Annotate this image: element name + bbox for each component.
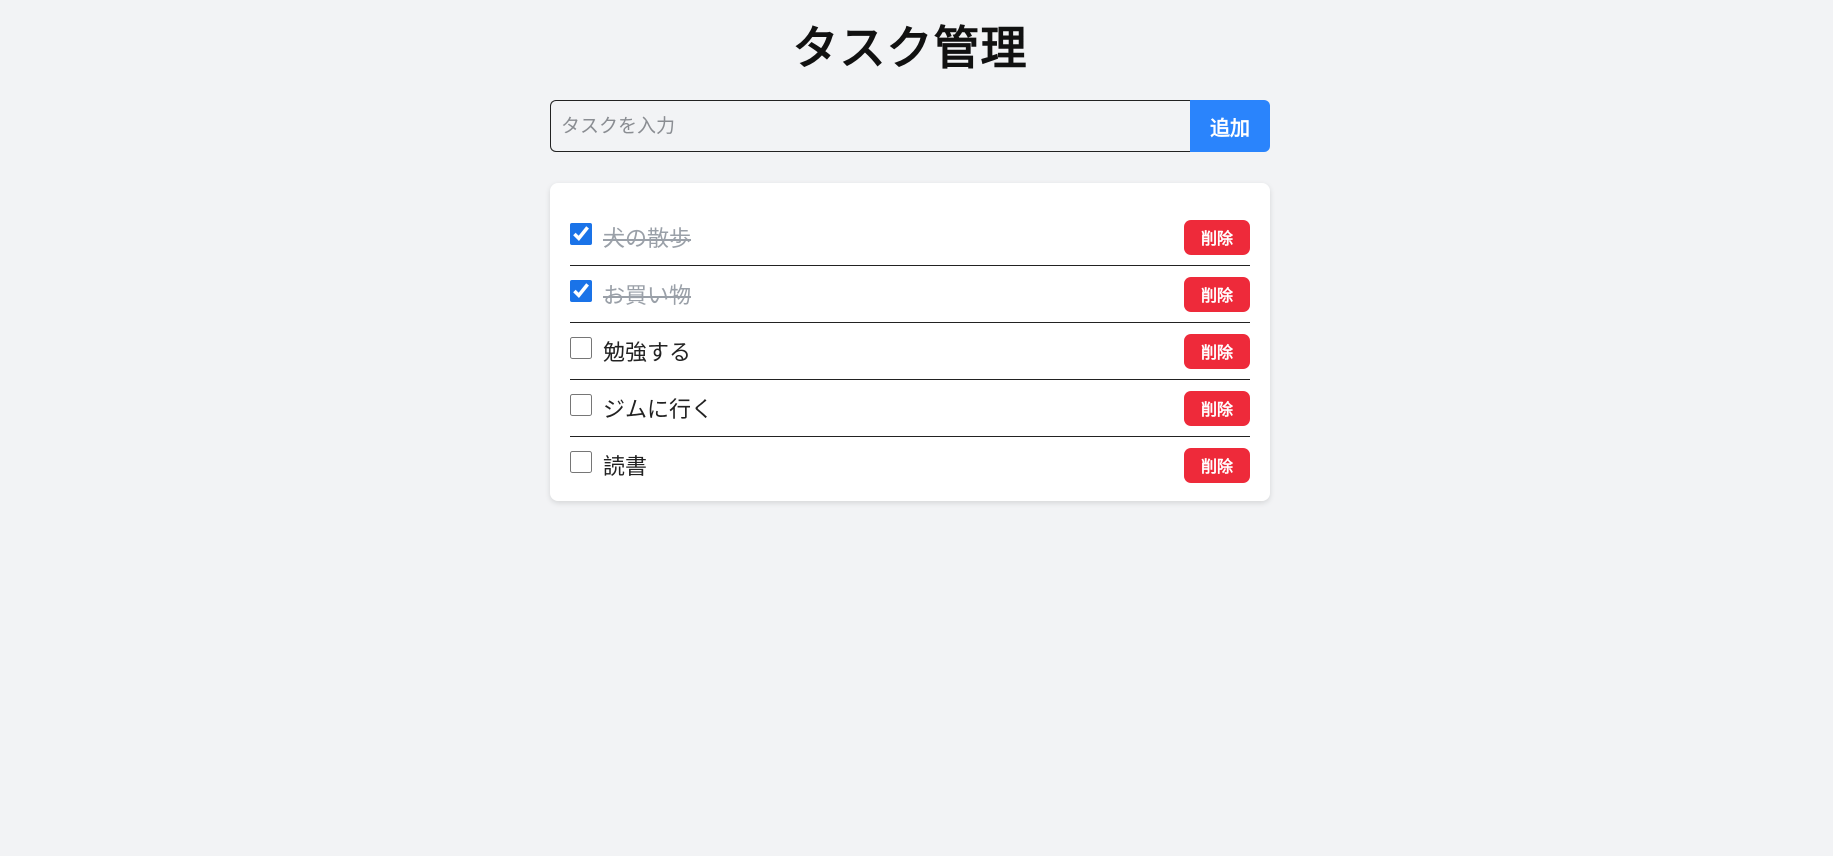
add-task-form: 追加 [550, 100, 1270, 152]
task-item: ジムに行く 削除 [570, 380, 1250, 437]
task-item: お買い物 削除 [570, 266, 1250, 323]
task-checkbox[interactable] [570, 337, 592, 359]
task-label: 勉強する [603, 341, 692, 366]
delete-button[interactable]: 削除 [1184, 390, 1250, 426]
delete-button[interactable]: 削除 [1184, 276, 1250, 312]
task-input[interactable] [550, 100, 1190, 152]
delete-button[interactable]: 削除 [1184, 333, 1250, 369]
task-label: ジムに行く [603, 398, 714, 423]
task-item: 犬の散歩 削除 [570, 209, 1250, 266]
delete-button[interactable]: 削除 [1184, 447, 1250, 483]
task-label: お買い物 [603, 284, 692, 309]
page-title: タスク管理 [792, 21, 1028, 75]
task-list-card: 犬の散歩 削除 お買い物 削除 勉強する 削除 ジムに行く 削除 読書 削除 [550, 183, 1270, 501]
task-item: 読書 削除 [570, 437, 1250, 493]
task-checkbox[interactable] [570, 223, 592, 245]
task-checkbox[interactable] [570, 394, 592, 416]
task-checkbox[interactable] [570, 451, 592, 473]
task-label: 犬の散歩 [603, 227, 692, 252]
task-item: 勉強する 削除 [570, 323, 1250, 380]
task-label: 読書 [603, 455, 648, 480]
todo-app: タスク管理 追加 犬の散歩 削除 お買い物 削除 勉強する 削除 ジ [550, 0, 1270, 501]
task-list: 犬の散歩 削除 お買い物 削除 勉強する 削除 ジムに行く 削除 読書 削除 [570, 209, 1250, 493]
task-checkbox[interactable] [570, 280, 592, 302]
add-button[interactable]: 追加 [1190, 100, 1270, 152]
delete-button[interactable]: 削除 [1184, 219, 1250, 255]
